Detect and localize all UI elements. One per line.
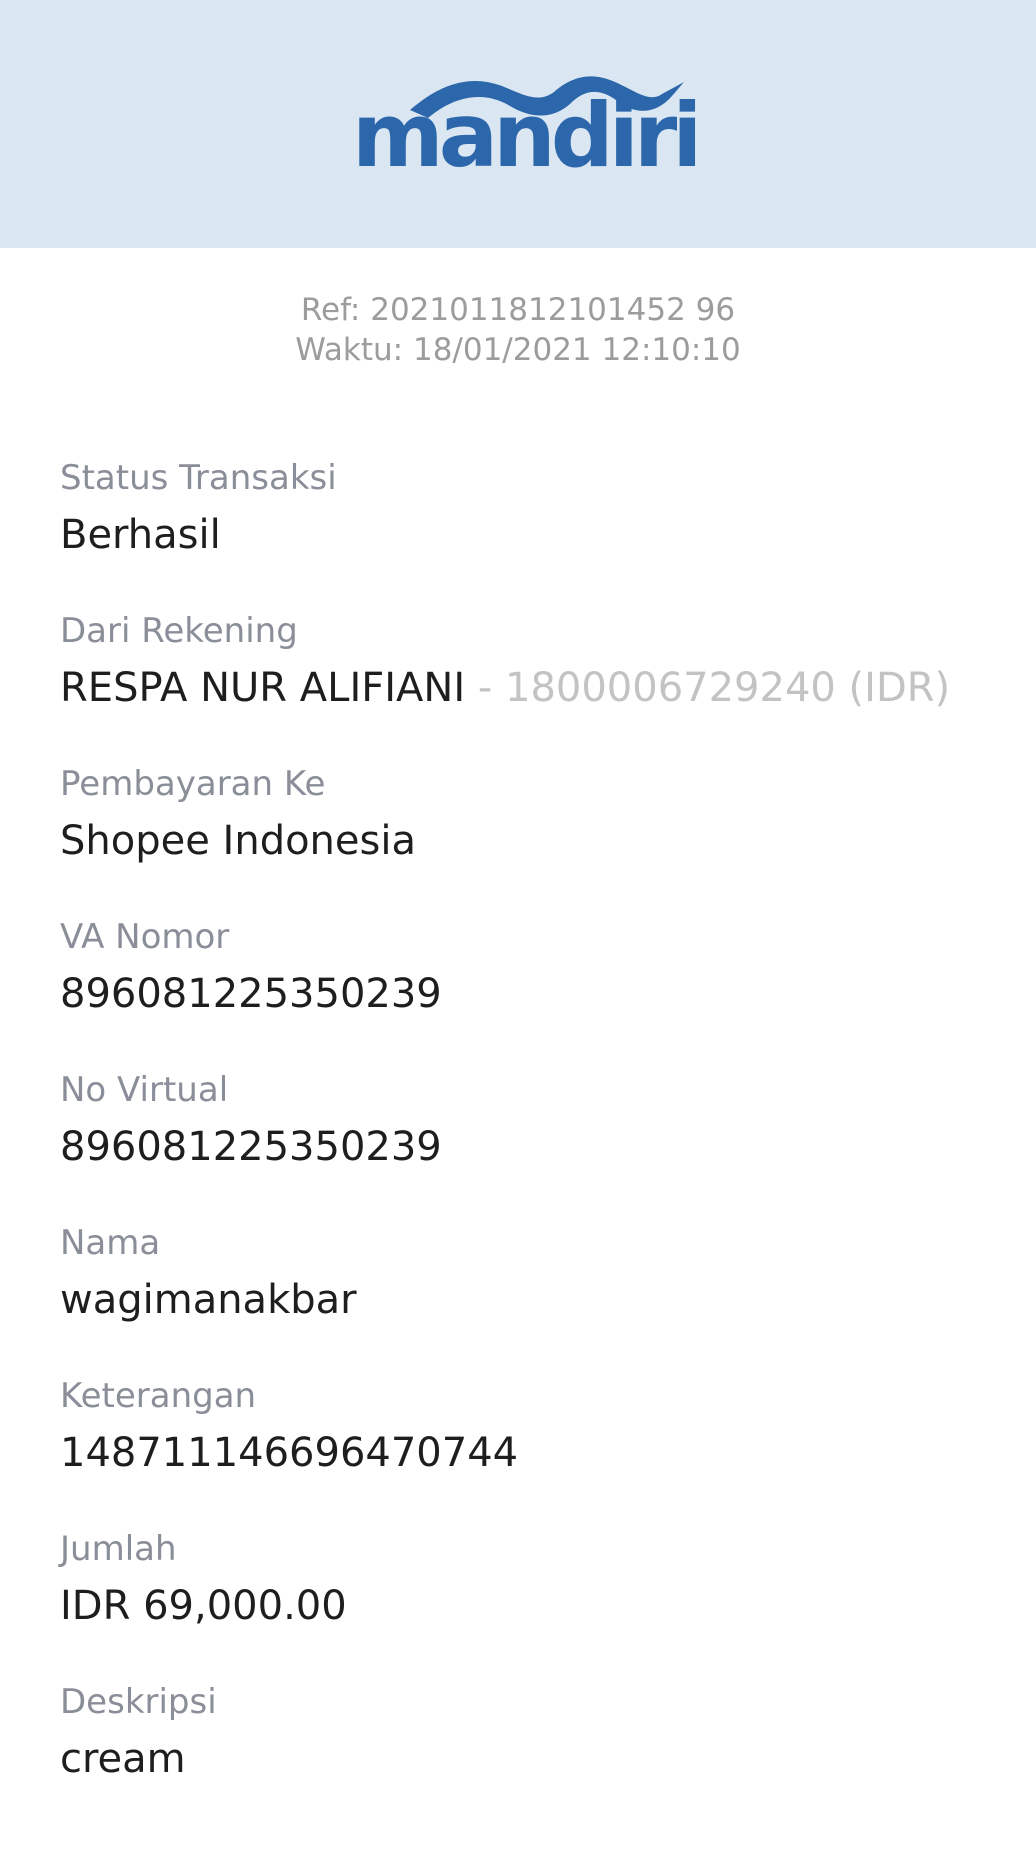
virtual-no-label: No Virtual <box>60 1070 229 1110</box>
note-field: Keterangan 148711146696470744 <box>60 1374 1000 1480</box>
virtual-no-field: No Virtual 896081225350239 <box>60 1068 1000 1174</box>
status-label: Status Transaksi <box>60 458 337 498</box>
description-label: Deskripsi <box>60 1682 217 1722</box>
va-number-label: VA Nomor <box>60 917 230 957</box>
amount-field: Jumlah IDR 69,000.00 <box>60 1527 1000 1633</box>
amount-value: IDR 69,000.00 <box>60 1583 347 1629</box>
name-label: Nama <box>60 1223 161 1263</box>
transaction-time: Waktu: 18/01/2021 12:10:10 <box>295 332 741 368</box>
name-value: wagimanakbar <box>60 1277 357 1323</box>
account-holder-name: RESPA NUR ALIFIANI <box>60 665 466 711</box>
receipt-meta: Ref: 2021011812101452 96 Waktu: 18/01/20… <box>0 290 1036 370</box>
from-account-label: Dari Rekening <box>60 611 298 651</box>
va-number-value: 896081225350239 <box>60 971 442 1017</box>
va-number-field: VA Nomor 896081225350239 <box>60 915 1000 1021</box>
description-value: cream <box>60 1736 186 1782</box>
name-field: Nama wagimanakbar <box>60 1221 1000 1327</box>
from-account-field: Dari Rekening RESPA NUR ALIFIANI - 18000… <box>60 609 1000 715</box>
account-number: - 1800006729240 (IDR) <box>465 665 951 711</box>
payment-to-field: Pembayaran Ke Shopee Indonesia <box>60 762 1000 868</box>
note-label: Keterangan <box>60 1376 257 1416</box>
note-value: 148711146696470744 <box>60 1430 519 1476</box>
status-value: Berhasil <box>60 512 221 558</box>
payment-to-value: Shopee Indonesia <box>60 818 416 864</box>
reference-number: Ref: 2021011812101452 96 <box>300 292 736 328</box>
payment-to-label: Pembayaran Ke <box>60 764 326 804</box>
description-field: Deskripsi cream <box>60 1680 1000 1786</box>
virtual-no-value: 896081225350239 <box>60 1124 442 1170</box>
status-field: Status Transaksi Berhasil <box>60 456 1000 562</box>
header-banner: mandiri <box>0 0 1036 248</box>
mandiri-logo: mandiri <box>352 84 702 187</box>
amount-label: Jumlah <box>60 1529 177 1569</box>
from-account-value: RESPA NUR ALIFIANI - 1800006729240 (IDR) <box>60 661 1000 715</box>
